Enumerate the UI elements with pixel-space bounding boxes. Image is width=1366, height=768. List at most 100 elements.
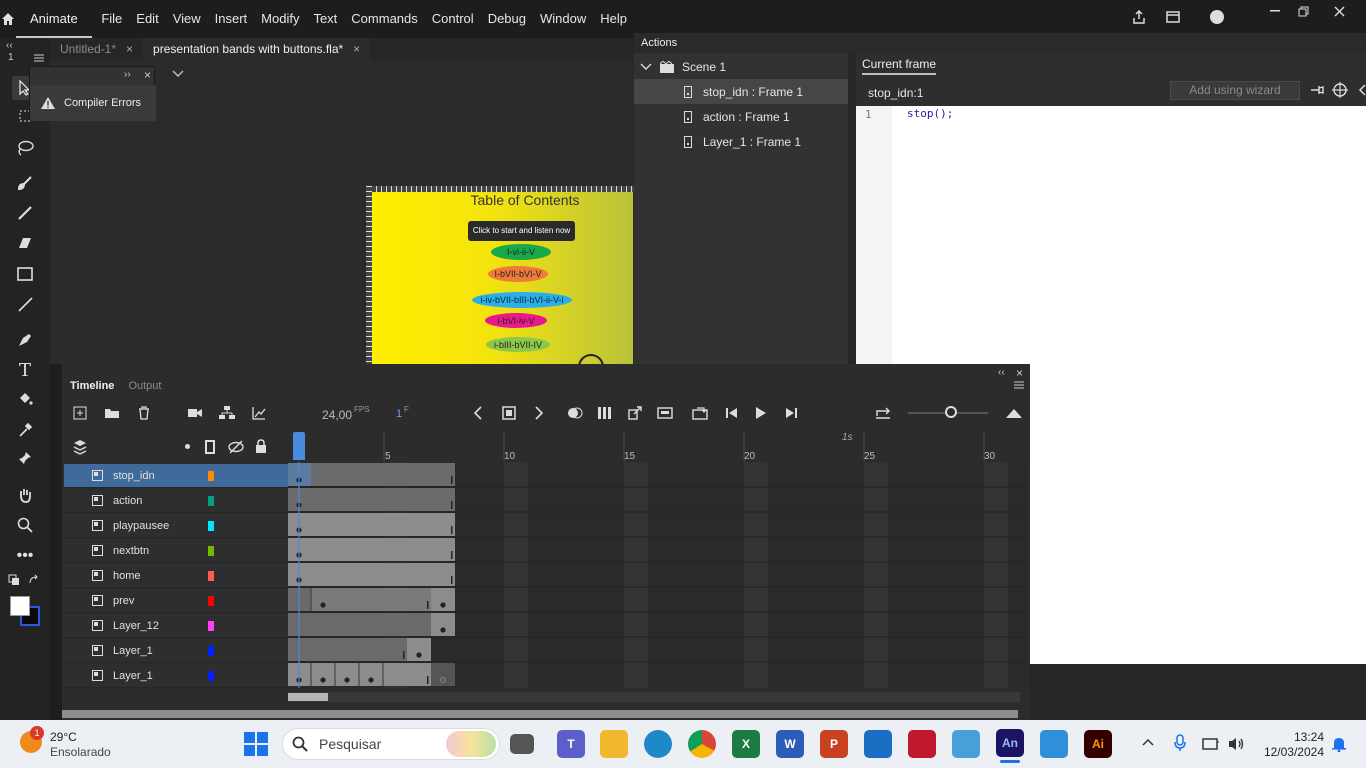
menu-commands[interactable]: Commands	[344, 0, 424, 38]
layer-row-layer-1[interactable]: Layer_1	[64, 639, 288, 663]
hand-tool-icon[interactable]	[12, 483, 38, 507]
horizontal-scrollbar[interactable]	[288, 692, 1020, 702]
trash-icon[interactable]	[134, 404, 154, 422]
tab-timeline[interactable]: Timeline	[70, 380, 114, 392]
pin-script-icon[interactable]	[1310, 84, 1324, 96]
clock-time[interactable]: 13:24	[1262, 730, 1324, 744]
layer-color-swatch[interactable]	[208, 546, 214, 556]
taskbar-app-illustrator[interactable]: Ai	[1084, 730, 1112, 758]
step-back-icon[interactable]	[722, 404, 742, 422]
graph-icon[interactable]	[249, 404, 269, 422]
pin-tool-icon[interactable]	[12, 446, 38, 470]
zoom-slider-handle[interactable]	[945, 406, 957, 418]
user-avatar-icon[interactable]	[1202, 6, 1232, 28]
menu-modify[interactable]: Modify	[254, 0, 306, 38]
frames-grid[interactable]	[288, 462, 1028, 688]
menu-insert[interactable]: Insert	[208, 0, 255, 38]
taskbar-app-photos[interactable]	[1040, 730, 1068, 758]
compiler-errors-tab[interactable]: Compiler Errors	[30, 85, 156, 121]
layer-parenting-icon[interactable]	[217, 404, 237, 422]
layer-color-swatch[interactable]	[208, 596, 214, 606]
layer-row-layer-12[interactable]: Layer_12	[64, 614, 288, 638]
outline-layers-icon[interactable]	[205, 440, 215, 454]
expand-icon[interactable]: ››	[124, 69, 131, 80]
default-colors-icon[interactable]	[8, 574, 20, 586]
layer-row-home[interactable]: home	[64, 564, 288, 588]
text-tool-icon[interactable]: T	[12, 358, 38, 382]
code-text[interactable]: stop();	[907, 107, 953, 120]
layer-row-layer-1-b[interactable]: Layer_1	[64, 664, 288, 688]
taskbar-app-recorder[interactable]	[908, 730, 936, 758]
microphone-icon[interactable]	[1174, 734, 1186, 752]
close-icon[interactable]: ×	[353, 42, 360, 56]
swap-colors-icon[interactable]	[28, 574, 40, 586]
tree-item-layer-1[interactable]: Layer_1 : Frame 1	[634, 129, 848, 154]
pen-tool-icon[interactable]	[12, 328, 38, 352]
more-tools-icon[interactable]: •••	[12, 544, 38, 568]
stage-scrollbar[interactable]	[62, 710, 1018, 718]
frame-ruler[interactable]	[288, 432, 1028, 462]
menu-text[interactable]: Text	[306, 0, 344, 38]
tab-presentation-bands[interactable]: presentation bands with buttons.fla* ×	[143, 38, 371, 60]
layer-color-swatch[interactable]	[208, 571, 214, 581]
clock-date[interactable]: 12/03/2024	[1250, 745, 1324, 759]
taskbar-app-chrome[interactable]	[688, 730, 716, 758]
center-frame-icon[interactable]	[625, 404, 645, 422]
tab-output[interactable]: Output	[128, 380, 161, 392]
lasso-tool-icon[interactable]	[12, 136, 38, 160]
tree-item-scene[interactable]: Scene 1	[634, 54, 848, 79]
taskbar-app-word[interactable]: W	[776, 730, 804, 758]
menu-control[interactable]: Control	[425, 0, 481, 38]
close-icon[interactable]: ×	[126, 42, 133, 56]
chevron-down-icon[interactable]	[640, 63, 652, 71]
taskbar-app-teams[interactable]: T	[557, 730, 585, 758]
highlight-layers-icon[interactable]	[185, 444, 190, 449]
target-icon[interactable]	[1332, 82, 1348, 98]
edit-multiple-frames-icon[interactable]	[595, 404, 615, 422]
layer-color-swatch[interactable]	[208, 471, 214, 481]
chevron-up-icon[interactable]	[1142, 738, 1154, 746]
stage-canvas[interactable]: Table of Contents Click to start and lis…	[372, 192, 633, 364]
rectangle-tool-icon[interactable]	[12, 262, 38, 286]
taskbar-app-maps[interactable]	[952, 730, 980, 758]
layer-row-prev[interactable]: prev	[64, 589, 288, 613]
convert-frames-icon[interactable]	[690, 404, 710, 422]
paint-brush-tool-icon[interactable]	[12, 171, 38, 195]
fps-value[interactable]: 24,00	[322, 408, 352, 422]
stroke-color-swatch[interactable]	[10, 596, 30, 616]
current-frame-value[interactable]: 1	[396, 408, 402, 420]
chevron-left-icon[interactable]	[1358, 84, 1366, 96]
oval-button-1[interactable]: I-vi-ii-V	[491, 244, 551, 260]
home-icon[interactable]	[0, 0, 16, 38]
layer-color-swatch[interactable]	[208, 521, 214, 531]
scrollbar-thumb[interactable]	[288, 693, 328, 701]
oval-button-4[interactable]: i-bVI-iv-V	[485, 313, 547, 328]
chevron-down-icon[interactable]	[172, 68, 184, 78]
start-button[interactable]: Click to start and listen now	[468, 221, 575, 241]
add-using-wizard-button[interactable]: Add using wizard	[1170, 81, 1300, 100]
eyedropper-tool-icon[interactable]	[12, 418, 38, 442]
new-layer-icon[interactable]	[70, 404, 90, 422]
volume-icon[interactable]	[1228, 736, 1246, 752]
panel-divider[interactable]	[848, 53, 856, 364]
close-window-icon[interactable]	[1324, 0, 1354, 22]
layer-color-swatch[interactable]	[208, 496, 214, 506]
menu-window[interactable]: Window	[533, 0, 593, 38]
menu-help[interactable]: Help	[593, 0, 634, 38]
tree-item-stop-idn[interactable]: stop_idn : Frame 1	[634, 79, 848, 104]
weather-temp[interactable]: 29°C	[50, 730, 77, 744]
layer-color-swatch[interactable]	[208, 621, 214, 631]
step-forward-icon[interactable]	[781, 404, 801, 422]
onion-skin-icon[interactable]	[565, 404, 585, 422]
windows-start-icon[interactable]	[244, 732, 268, 756]
layer-row-stop-idn[interactable]: stop_idn	[64, 464, 288, 488]
line-tool-icon[interactable]	[12, 292, 38, 316]
circle-button[interactable]	[578, 354, 604, 364]
layer-row-action[interactable]: action	[64, 489, 288, 513]
menu-debug[interactable]: Debug	[481, 0, 533, 38]
menu-file[interactable]: File	[94, 0, 129, 38]
play-icon[interactable]	[751, 404, 771, 422]
close-icon[interactable]: ×	[144, 68, 151, 82]
tree-item-action[interactable]: action : Frame 1	[634, 104, 848, 129]
loop-frames-icon[interactable]	[655, 404, 675, 422]
